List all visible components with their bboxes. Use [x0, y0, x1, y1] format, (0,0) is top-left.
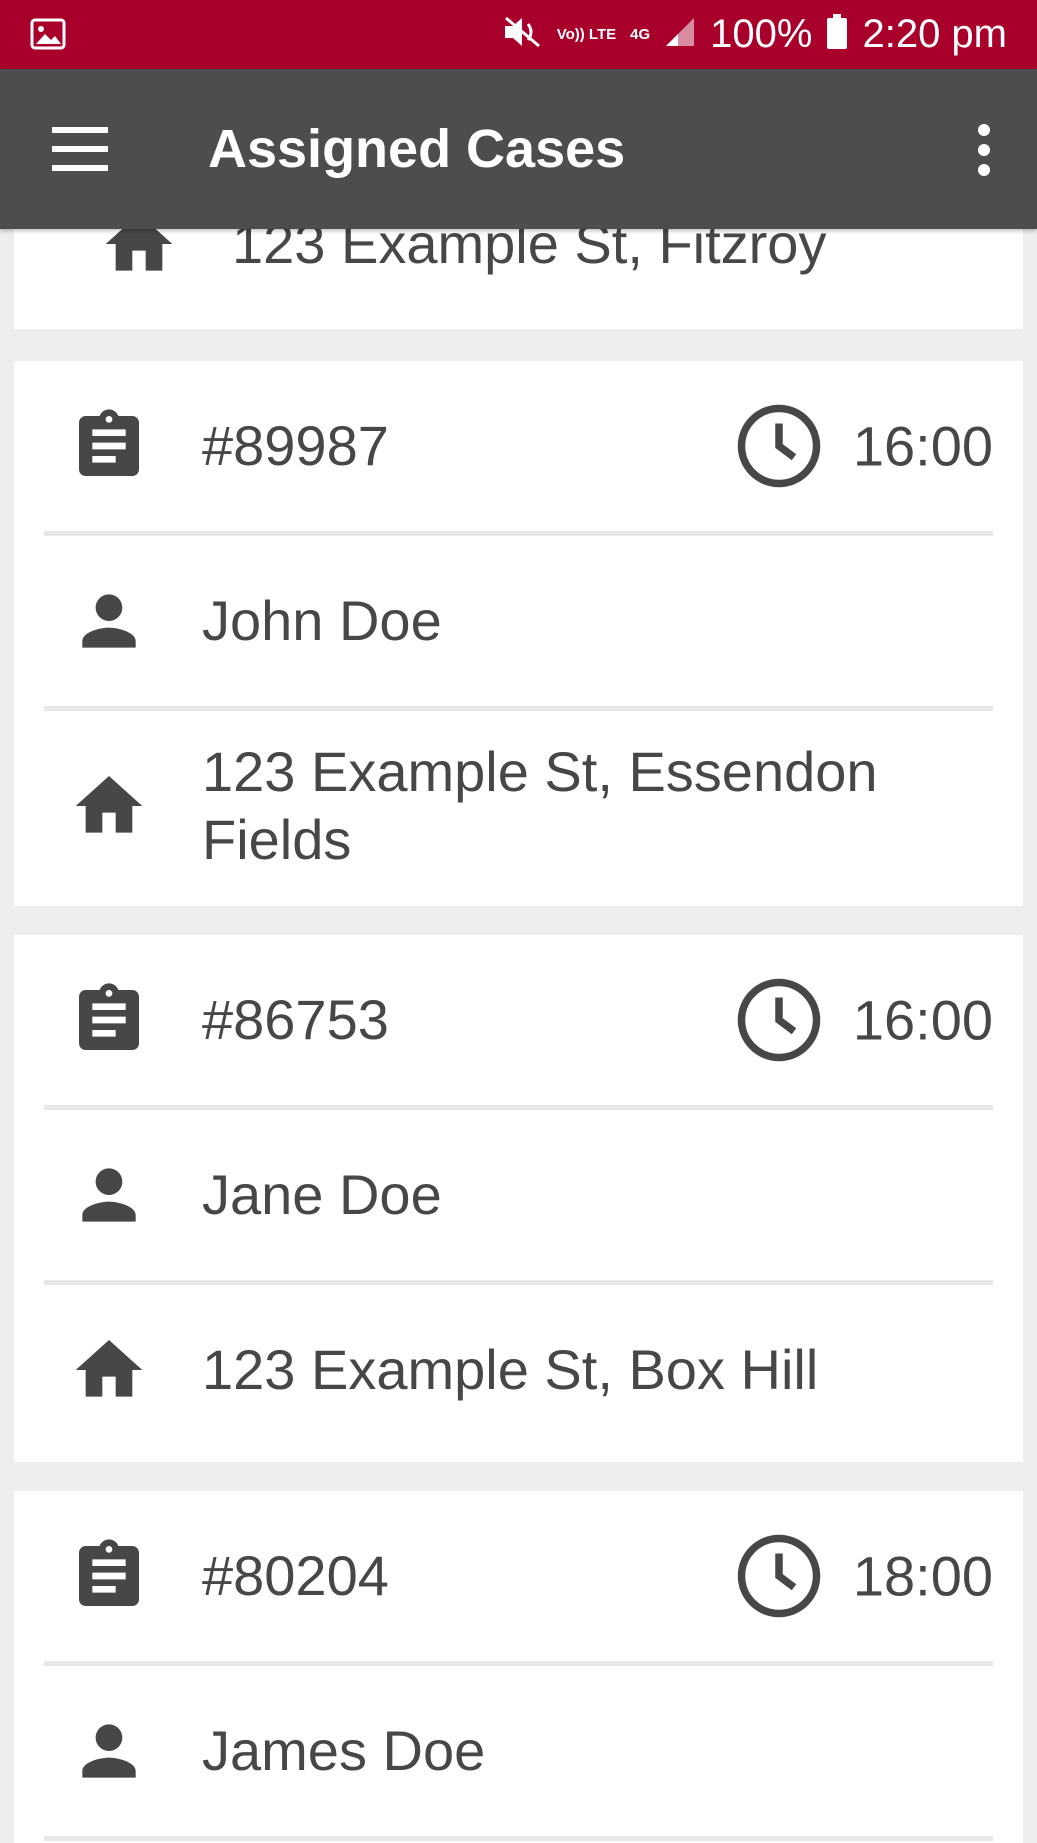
signal-icon — [664, 16, 696, 53]
clock-icon — [737, 978, 821, 1062]
page-title: Assigned Cases — [208, 119, 626, 179]
address-text: 123 Example St, Essendon Fields — [202, 740, 878, 871]
clipboard-icon — [79, 409, 139, 476]
case-number: #89987 — [202, 414, 389, 477]
volte-indicator: Vo)) LTE — [556, 25, 617, 43]
app-bar: Assigned Cases — [0, 69, 1037, 229]
case-number-row: #80204 18:00 — [44, 1491, 993, 1666]
home-icon — [105, 229, 173, 271]
person-row: John Doe — [44, 536, 993, 711]
network-type: 4G — [630, 25, 651, 43]
person-name: John Doe — [202, 589, 442, 652]
case-number-row: #86753 16:00 — [44, 935, 993, 1110]
clipboard-icon — [79, 983, 139, 1050]
more-vert-icon[interactable] — [971, 124, 997, 176]
case-card-partial[interactable]: 123 Example St, Fitzroy — [14, 229, 1023, 329]
address-row: 123 Example St, Essendon Fields — [44, 711, 993, 901]
hamburger-menu-icon[interactable] — [52, 127, 108, 171]
clock-icon — [737, 404, 821, 488]
clock-time: 2:20 pm — [862, 12, 1007, 56]
person-icon — [82, 594, 136, 648]
person-icon — [82, 1168, 136, 1222]
address-text: 123 Example St, Box Hill — [202, 1338, 819, 1401]
case-card[interactable]: #86753 16:00 Jane Doe 123 Example St, Bo… — [14, 935, 1023, 1462]
case-time: 18:00 — [852, 1544, 993, 1608]
battery-icon — [826, 14, 848, 55]
home-icon — [75, 776, 143, 833]
status-bar: Vo)) LTE 4G 100% 2:20 pm — [0, 0, 1037, 69]
address-text: 123 Example St, Fitzroy — [232, 229, 827, 275]
clock-icon — [737, 1534, 821, 1618]
person-row: James Doe — [44, 1666, 993, 1841]
gallery-notification-icon — [30, 18, 66, 55]
battery-percent: 100% — [710, 12, 813, 56]
case-card[interactable]: #80204 18:00 James Doe — [14, 1491, 1023, 1843]
home-icon — [75, 1340, 143, 1397]
case-list[interactable]: 123 Example St, Fitzroy #89987 16:00 Joh… — [0, 229, 1037, 1843]
case-card[interactable]: #89987 16:00 John Doe 123 Example St, Es… — [14, 361, 1023, 906]
clipboard-icon — [79, 1539, 139, 1606]
person-row: Jane Doe — [44, 1110, 993, 1285]
person-name: James Doe — [202, 1719, 486, 1782]
case-time: 16:00 — [852, 414, 993, 478]
case-number: #80204 — [202, 1544, 389, 1607]
address-row: 123 Example St, Box Hill — [44, 1285, 993, 1455]
case-time: 16:00 — [852, 988, 993, 1052]
mute-icon — [503, 15, 543, 54]
person-icon — [82, 1724, 136, 1778]
case-number: #86753 — [202, 988, 389, 1051]
person-name: Jane Doe — [202, 1163, 442, 1226]
case-number-row: #89987 16:00 — [44, 361, 993, 536]
